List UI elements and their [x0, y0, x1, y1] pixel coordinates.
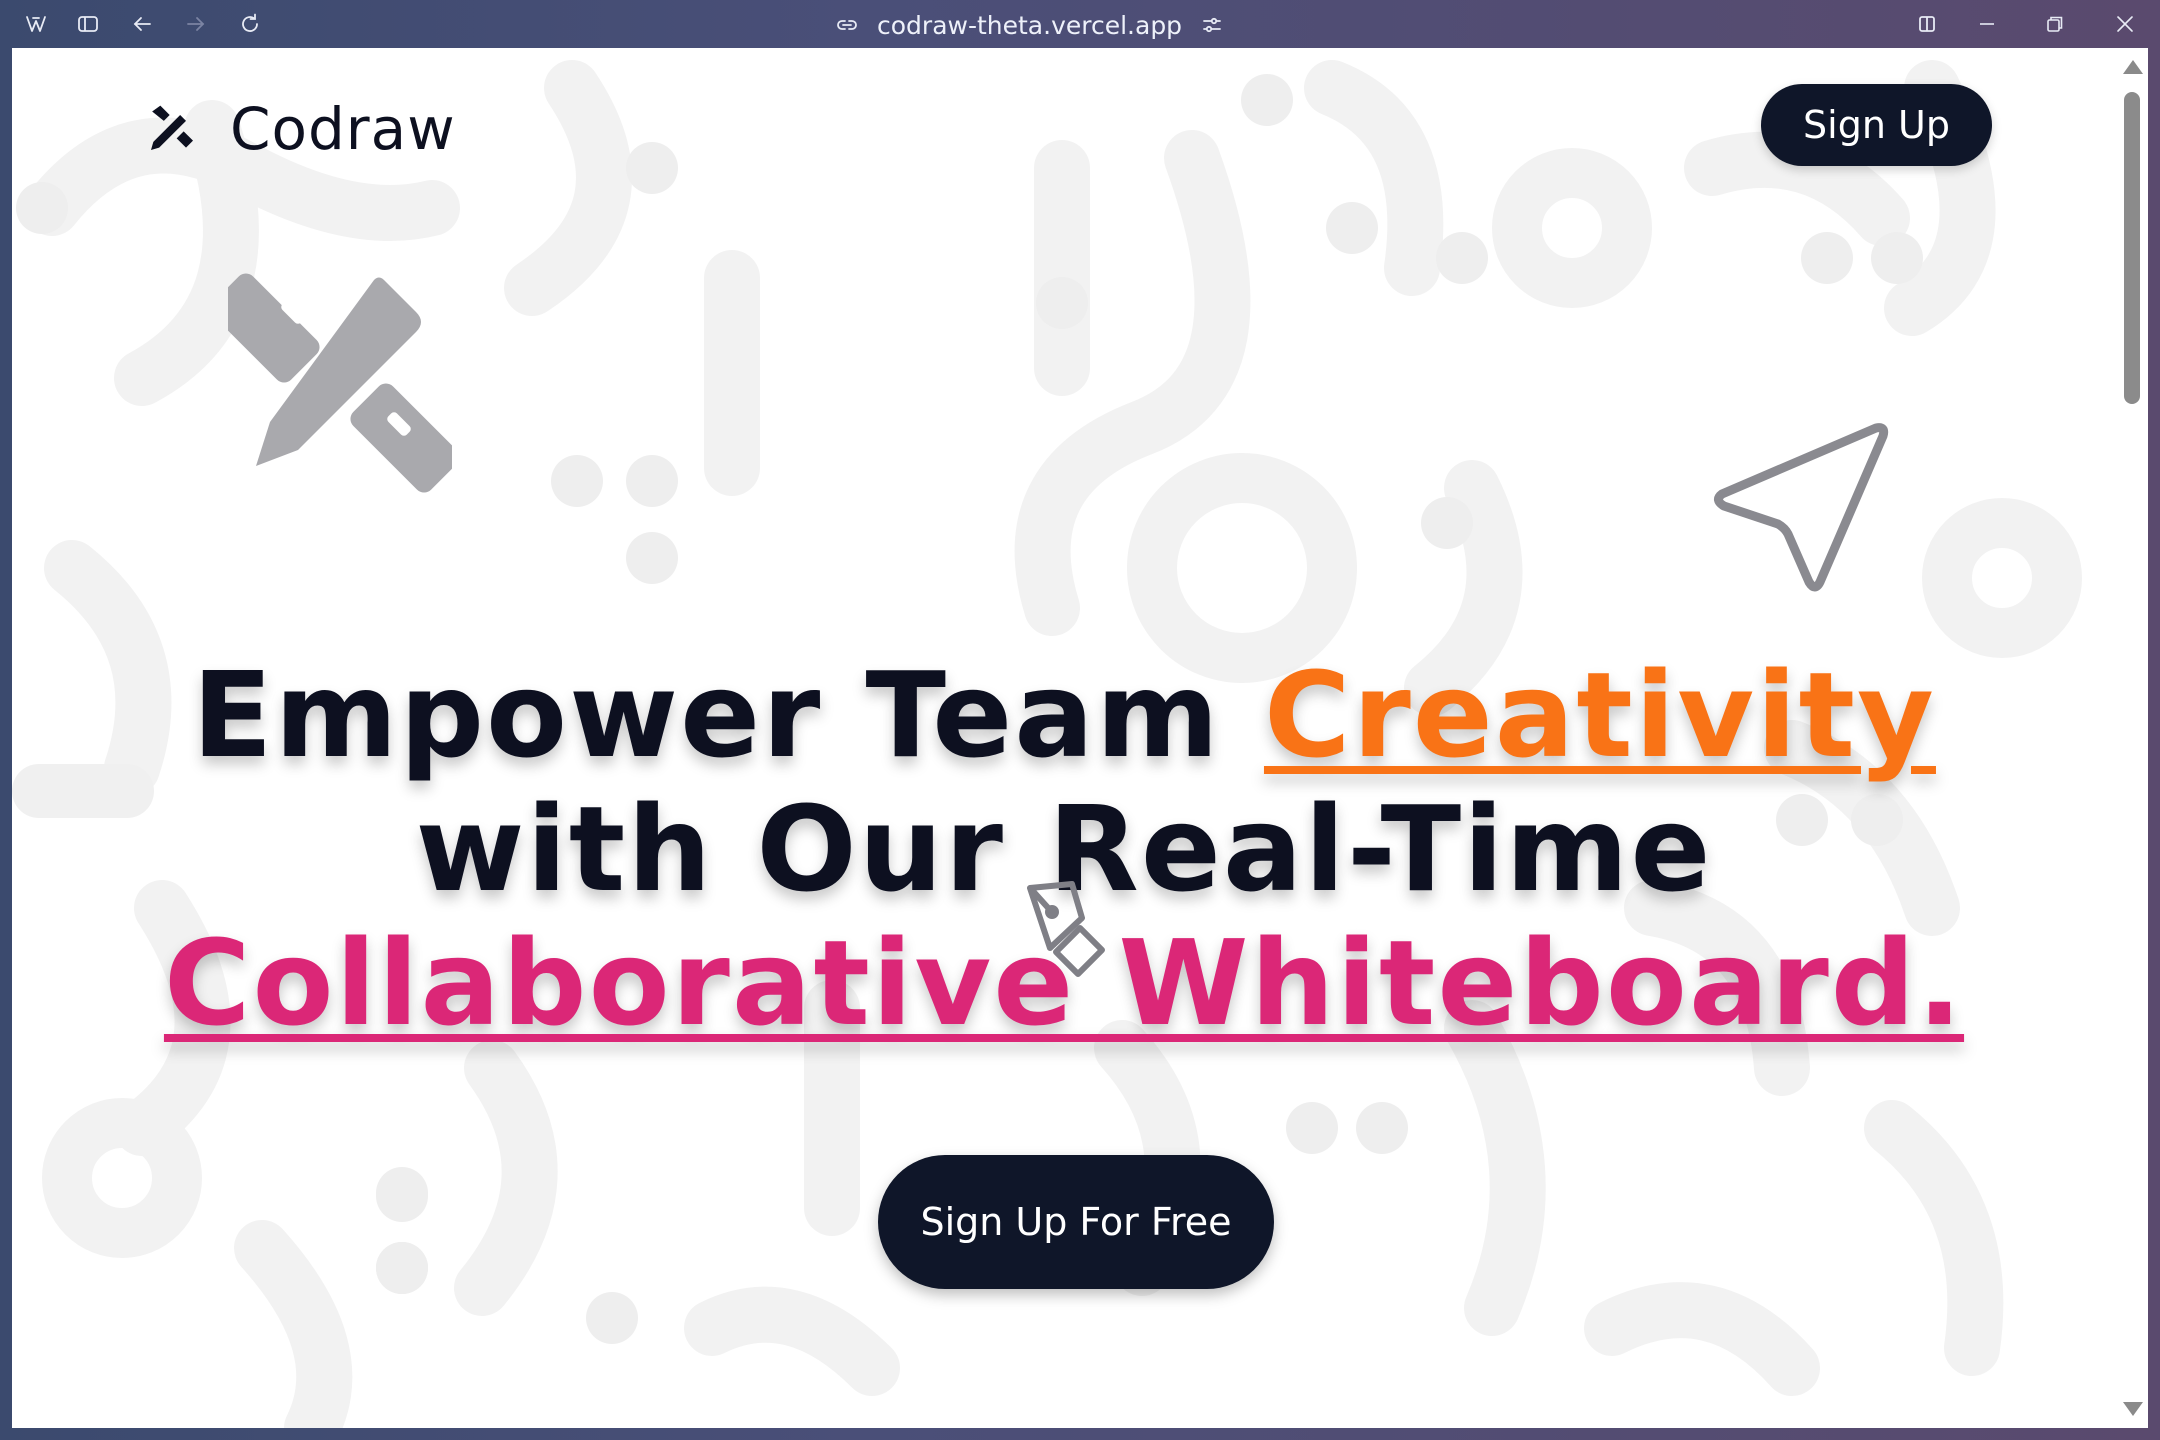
app-logo-icon[interactable] [22, 10, 50, 38]
brand-name: Codraw [230, 95, 456, 163]
back-icon[interactable] [128, 10, 156, 38]
url-text[interactable]: codraw-theta.vercel.app [877, 11, 1182, 40]
scroll-up-arrow-icon[interactable] [2123, 60, 2143, 74]
sidebar-toggle-icon[interactable] [74, 10, 102, 38]
scroll-thumb[interactable] [2124, 92, 2140, 404]
header-signup-button[interactable]: Sign Up [1761, 84, 1992, 166]
signup-free-button[interactable]: Sign Up For Free [878, 1155, 1274, 1289]
pencil-ruler-icon [151, 105, 193, 150]
reload-icon[interactable] [236, 10, 264, 38]
forward-icon[interactable] [182, 10, 210, 38]
close-icon[interactable] [2111, 10, 2139, 38]
hero-headline: Empower Team Creativity with Our Real-Ti… [152, 648, 1976, 1050]
browser-titlebar: codraw-theta.vercel.app [0, 0, 2160, 48]
address-bar[interactable]: codraw-theta.vercel.app [835, 8, 1224, 42]
page-scrollbar[interactable] [2116, 48, 2148, 1428]
link-icon [837, 20, 857, 30]
site-settings-icon[interactable] [1200, 13, 1224, 37]
pencil-ruler-icon [228, 273, 452, 493]
brand-logo[interactable]: Codraw [144, 92, 456, 166]
page-viewport: Codraw Sign Up Empower Team Creativity w… [12, 48, 2116, 1428]
split-view-icon[interactable] [1913, 10, 1941, 38]
headline-part-1: Empower Team [192, 646, 1264, 784]
cursor-arrow-icon [1714, 423, 1889, 592]
scroll-down-arrow-icon[interactable] [2123, 1402, 2143, 1416]
pen-nib-icon [1027, 881, 1105, 977]
headline-highlight-creativity: Creativity [1263, 646, 1936, 784]
minimize-icon[interactable] [1973, 10, 2001, 38]
restore-icon[interactable] [2041, 10, 2069, 38]
